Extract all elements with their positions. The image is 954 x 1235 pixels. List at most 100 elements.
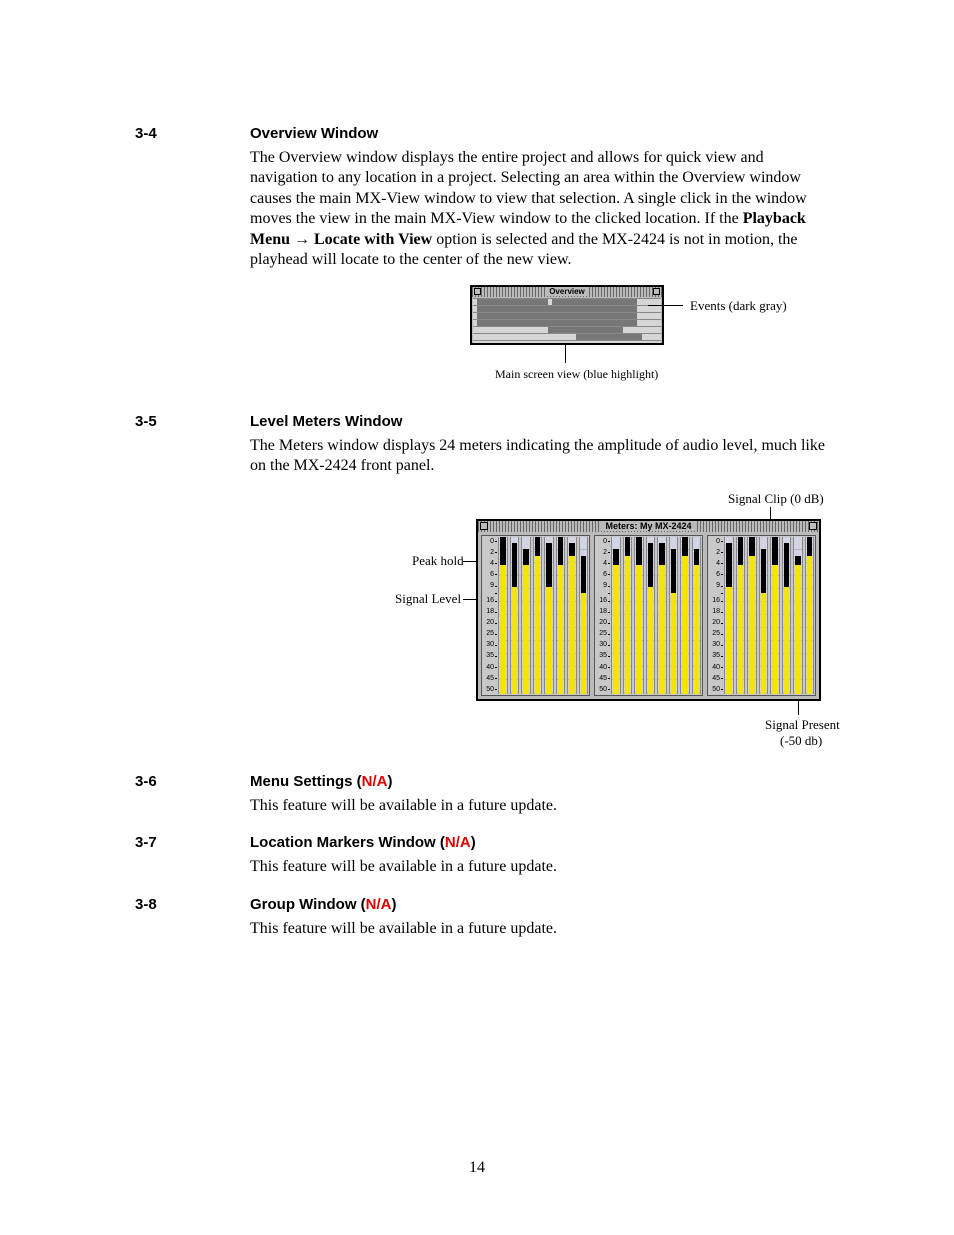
section-3-4: 3-4 Overview Window The Overview window … (135, 125, 834, 391)
section-3-6: 3-6 Menu Settings (N/A) This feature wil… (135, 773, 834, 816)
label-signal-clip: Signal Clip (0 dB) (728, 491, 824, 507)
meter-channel (646, 537, 656, 694)
section-body: The Overview window displays the entire … (250, 148, 834, 271)
overview-titlebar[interactable]: Overview (472, 287, 662, 297)
maximize-icon[interactable] (809, 522, 817, 530)
meter-channel (567, 537, 577, 694)
meter-scale: 02469161820253035404550 (708, 536, 723, 695)
title-text: Group Window ( (250, 896, 366, 913)
section-number: 3-5 (135, 413, 250, 430)
leader-line (648, 305, 683, 306)
close-icon[interactable] (474, 288, 481, 295)
arrow-icon: → (290, 231, 314, 248)
page-number: 14 (0, 1159, 954, 1177)
meter-group: 02469161820253035404550 (481, 535, 590, 696)
meter-group: 02469161820253035404550 (707, 535, 816, 696)
meters-title: Meters: My MX-2424 (601, 521, 695, 531)
leader-line (565, 343, 566, 363)
section-number: 3-4 (135, 125, 250, 142)
meter-channel (623, 537, 633, 694)
maximize-icon[interactable] (653, 288, 660, 295)
overview-track (473, 340, 661, 345)
section-title: Overview Window (250, 125, 378, 142)
meters-body: 02469161820253035404550 02469161820253035… (478, 532, 819, 699)
caption-overview: Main screen view (blue highlight) (495, 367, 658, 382)
section-title: Location Markers Window (N/A) (250, 834, 476, 851)
meter-channel (805, 537, 815, 694)
figure-overview: Overview Events (250, 285, 834, 391)
meter-channel (611, 537, 621, 694)
section-title: Group Window (N/A) (250, 896, 397, 913)
label-signal-present: Signal Present (765, 717, 840, 733)
na-label: N/A (445, 834, 471, 851)
meter-scale: 02469161820253035404550 (482, 536, 497, 695)
meter-channel (736, 537, 746, 694)
meter-channel (724, 537, 734, 694)
page: 3-4 Overview Window The Overview window … (0, 0, 954, 1235)
section-3-8: 3-8 Group Window (N/A) This feature will… (135, 896, 834, 939)
overview-track (473, 326, 661, 333)
body-text: The Overview window displays the entire … (250, 149, 807, 227)
na-label: N/A (366, 896, 392, 913)
meters-window[interactable]: Meters: My MX-2424 024691618202530354045… (476, 519, 821, 701)
section-3-7: 3-7 Location Markers Window (N/A) This f… (135, 834, 834, 877)
leader-line (463, 599, 477, 600)
close-icon[interactable] (480, 522, 488, 530)
heading-row: 3-4 Overview Window (135, 125, 834, 142)
section-title: Level Meters Window (250, 413, 402, 430)
overview-track (473, 298, 661, 305)
meter-channel (657, 537, 667, 694)
meter-channel (533, 537, 543, 694)
section-number: 3-8 (135, 896, 250, 913)
label-peak-hold: Peak hold (412, 553, 464, 569)
label-signal-level: Signal Level (395, 591, 461, 607)
meter-channel (669, 537, 679, 694)
heading-row: 3-6 Menu Settings (N/A) (135, 773, 834, 790)
section-number: 3-7 (135, 834, 250, 851)
meter-channel (782, 537, 792, 694)
overview-track (473, 333, 661, 340)
section-number: 3-6 (135, 773, 250, 790)
section-body: This feature will be available in a futu… (250, 857, 834, 877)
na-label: N/A (362, 773, 388, 790)
meter-channel (510, 537, 520, 694)
leader-line (798, 699, 799, 715)
label-events: Events (dark gray) (690, 298, 787, 314)
meters-titlebar[interactable]: Meters: My MX-2424 (478, 521, 819, 532)
overview-track (473, 312, 661, 319)
label-signal-present-db: (-50 db) (780, 733, 822, 749)
heading-row: 3-8 Group Window (N/A) (135, 896, 834, 913)
leader-line (463, 561, 477, 562)
title-end: ) (392, 896, 397, 913)
title-text: Menu Settings ( (250, 773, 362, 790)
meter-channel (770, 537, 780, 694)
meter-channel (793, 537, 803, 694)
meter-channel (544, 537, 554, 694)
meter-channel (579, 537, 589, 694)
overview-window[interactable]: Overview (470, 285, 664, 345)
meter-channel (759, 537, 769, 694)
meter-channel (747, 537, 757, 694)
heading-row: 3-7 Location Markers Window (N/A) (135, 834, 834, 851)
figure-meters: Signal Clip (0 dB) Peak hold Signal Leve… (250, 491, 834, 751)
heading-row: 3-5 Level Meters Window (135, 413, 834, 430)
overview-track (473, 305, 661, 312)
section-3-5: 3-5 Level Meters Window The Meters windo… (135, 413, 834, 751)
meter-group: 02469161820253035404550 (594, 535, 703, 696)
title-end: ) (388, 773, 393, 790)
meter-scale: 02469161820253035404550 (595, 536, 610, 695)
title-text: Location Markers Window ( (250, 834, 445, 851)
overview-track (473, 319, 661, 326)
meter-channel (521, 537, 531, 694)
meter-channel (692, 537, 702, 694)
section-body: This feature will be available in a futu… (250, 919, 834, 939)
title-end: ) (471, 834, 476, 851)
section-title: Menu Settings (N/A) (250, 773, 393, 790)
overview-tracks[interactable] (473, 298, 661, 344)
section-body: The Meters window displays 24 meters ind… (250, 436, 834, 477)
meter-channel (498, 537, 508, 694)
meter-channel (556, 537, 566, 694)
section-body: This feature will be available in a futu… (250, 796, 834, 816)
meter-channel (634, 537, 644, 694)
meter-channel (680, 537, 690, 694)
